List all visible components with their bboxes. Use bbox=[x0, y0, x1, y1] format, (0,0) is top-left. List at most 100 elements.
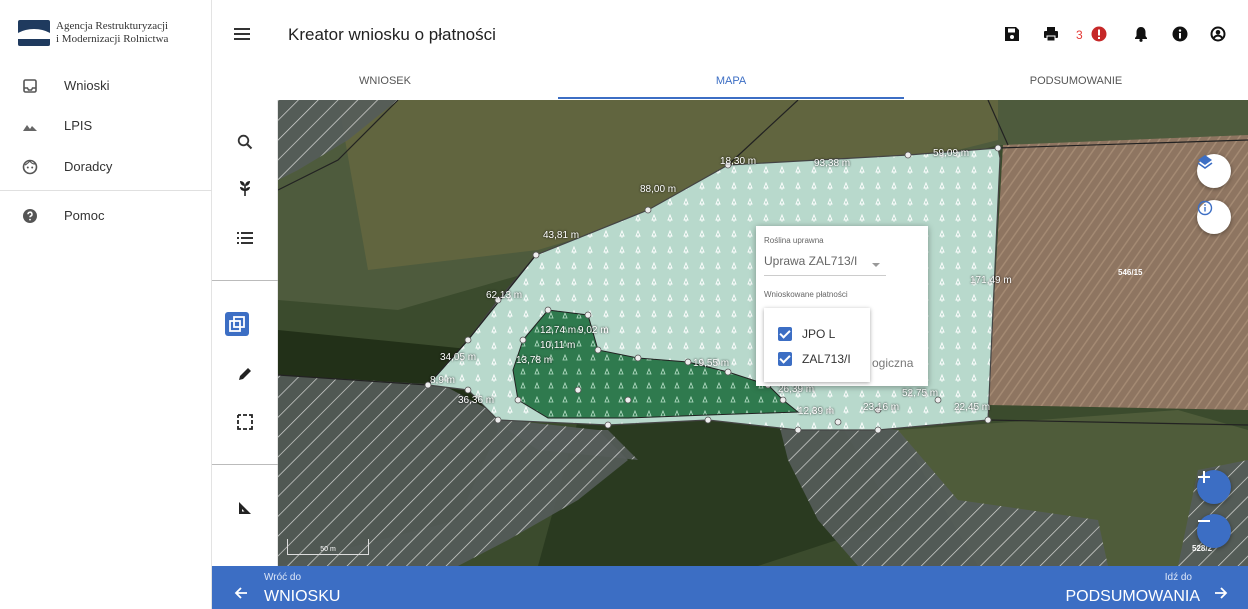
bell-icon[interactable] bbox=[1133, 26, 1149, 42]
app-root: Agencja Restrukturyzacji i Modernizacji … bbox=[0, 0, 1248, 609]
checkbox-jpo-l[interactable] bbox=[778, 327, 792, 341]
draw-tool[interactable] bbox=[233, 362, 257, 386]
next-label: PODSUMOWANIA bbox=[1065, 588, 1200, 605]
measurement-label: 62,13 m bbox=[486, 290, 523, 301]
terrain-icon bbox=[23, 125, 37, 131]
measurement-label: 13,78 m bbox=[516, 355, 553, 366]
map-info-button[interactable] bbox=[1197, 200, 1231, 234]
top-app-bar: Kreator wniosku o płatności 3 bbox=[212, 0, 1248, 72]
logo-line-2: i Modernizacji Rolnictwa bbox=[56, 33, 169, 45]
arrow-left-icon bbox=[234, 587, 247, 599]
list-tool[interactable] bbox=[233, 226, 257, 250]
measurement-label: 59,09 m bbox=[933, 148, 970, 159]
arimr-logo-mark bbox=[18, 20, 50, 46]
measurement-label: 88,00 m bbox=[640, 184, 677, 195]
measurement-label: 9,02 m bbox=[578, 325, 609, 336]
select-underline bbox=[764, 275, 886, 276]
payment-option-label[interactable]: ZAL713/I bbox=[802, 352, 851, 366]
measurement-label: 8,9 m bbox=[430, 375, 456, 386]
measure-icon bbox=[239, 502, 251, 514]
measurement-label: 52,75 m bbox=[902, 388, 939, 399]
parcel-id-label: 546/15 bbox=[1118, 268, 1143, 277]
logo-line-1: Agencja Restrukturyzacji bbox=[56, 20, 169, 32]
parcel-info-popup: Roślina uprawna Uprawa ZAL713/I Wnioskow… bbox=[756, 226, 928, 386]
layers-button[interactable] bbox=[1197, 154, 1231, 188]
copy-geometry-tool[interactable] bbox=[225, 312, 249, 336]
info-outline-icon bbox=[1197, 200, 1213, 216]
tab-bar: WNIOSEK MAPA PODSUMOWANIE bbox=[212, 72, 1248, 100]
scale-bar: 50 m bbox=[287, 539, 369, 555]
sidebar-item-lpis[interactable]: LPIS bbox=[0, 108, 212, 144]
obscured-option-text: ogiczna bbox=[872, 356, 914, 370]
back-button[interactable]: Wróć do WNIOSKU bbox=[212, 566, 512, 609]
minus-icon bbox=[1198, 520, 1210, 522]
select-area-icon bbox=[237, 414, 253, 430]
tools-divider bbox=[212, 280, 278, 281]
pencil-icon bbox=[239, 368, 251, 380]
tools-divider bbox=[212, 464, 278, 465]
back-caption: Wróć do bbox=[264, 572, 302, 583]
measurement-label: 93,38 m bbox=[814, 158, 851, 169]
error-icon[interactable] bbox=[1091, 26, 1107, 42]
bottom-navigation-bar: Wróć do WNIOSKU Idź do PODSUMOWANIA bbox=[212, 566, 1248, 609]
active-tab-indicator bbox=[558, 97, 904, 99]
sidebar: Agencja Restrukturyzacji i Modernizacji … bbox=[0, 0, 212, 609]
scale-label: 50 m bbox=[320, 546, 336, 553]
sidebar-item-label: Pomoc bbox=[64, 208, 105, 223]
hamburger-menu-icon[interactable] bbox=[234, 28, 250, 40]
layers-copy-icon bbox=[229, 316, 245, 332]
search-tool[interactable] bbox=[233, 130, 257, 154]
list-icon bbox=[237, 232, 253, 244]
page-title: Kreator wniosku o płatności bbox=[288, 25, 496, 44]
payments-checklist: JPO L ZAL713/I bbox=[764, 308, 870, 382]
sidebar-item-wnioski[interactable]: Wnioski bbox=[0, 68, 212, 104]
sidebar-divider bbox=[0, 190, 212, 191]
inbox-icon bbox=[23, 79, 37, 93]
select-area-tool[interactable] bbox=[233, 410, 257, 434]
plant-tool[interactable] bbox=[233, 176, 257, 200]
measurement-label: 34,05 m bbox=[440, 352, 477, 363]
measurement-label: 18,30 m bbox=[720, 156, 757, 167]
crop-select[interactable]: Uprawa ZAL713/I bbox=[764, 254, 857, 268]
next-caption: Idź do bbox=[1164, 572, 1192, 583]
zoom-in-button[interactable] bbox=[1197, 470, 1231, 504]
map-canvas[interactable]: 18,30 m 93,38 m 59,09 m 88,00 m 43,81 m … bbox=[278, 100, 1248, 566]
sidebar-item-pomoc[interactable]: Pomoc bbox=[0, 198, 212, 234]
error-count[interactable]: 3 bbox=[1076, 28, 1083, 42]
tab-podsumowanie[interactable]: PODSUMOWANIE bbox=[904, 72, 1248, 100]
measurement-label: 171,49 m bbox=[970, 275, 1012, 286]
sidebar-item-label: Doradcy bbox=[64, 159, 113, 174]
search-icon bbox=[237, 134, 253, 150]
measurement-label: 22,45 m bbox=[954, 402, 991, 413]
help-icon bbox=[23, 209, 37, 223]
next-button[interactable]: Idź do PODSUMOWANIA bbox=[948, 566, 1248, 609]
measurement-label: 12,74 m bbox=[540, 325, 577, 336]
checkbox-zal713[interactable] bbox=[778, 352, 792, 366]
agency-logo[interactable]: Agencja Restrukturyzacji i Modernizacji … bbox=[18, 14, 208, 54]
tab-mapa[interactable]: MAPA bbox=[558, 72, 904, 100]
save-icon[interactable] bbox=[1004, 26, 1020, 42]
layers-icon bbox=[1197, 155, 1213, 169]
info-icon[interactable] bbox=[1172, 26, 1188, 42]
measurement-label: 12,39 m bbox=[798, 406, 835, 417]
back-label: WNIOSKU bbox=[264, 588, 341, 605]
measurement-label: 10,11 m bbox=[540, 340, 576, 351]
print-icon[interactable] bbox=[1043, 26, 1059, 42]
plus-icon bbox=[1198, 471, 1210, 483]
sidebar-item-label: LPIS bbox=[64, 118, 93, 133]
crop-label: Roślina uprawna bbox=[764, 236, 824, 245]
sidebar-item-doradcy[interactable]: Doradcy bbox=[0, 149, 212, 185]
chevron-down-icon[interactable] bbox=[872, 263, 880, 267]
tab-wniosek[interactable]: WNIOSEK bbox=[212, 72, 558, 100]
face-icon bbox=[22, 159, 38, 175]
measurement-label: 36,36 m bbox=[458, 395, 495, 406]
measurement-label: 19,55 m bbox=[693, 358, 730, 369]
payments-label: Wnioskowane płatności bbox=[764, 290, 848, 299]
plant-icon bbox=[240, 181, 250, 196]
payment-option-label[interactable]: JPO L bbox=[802, 327, 835, 341]
zoom-out-button[interactable] bbox=[1197, 514, 1231, 548]
map-tools-panel bbox=[212, 100, 278, 566]
account-icon[interactable] bbox=[1210, 26, 1226, 42]
measure-tool[interactable] bbox=[233, 496, 257, 520]
measurement-label: 43,81 m bbox=[543, 230, 580, 241]
